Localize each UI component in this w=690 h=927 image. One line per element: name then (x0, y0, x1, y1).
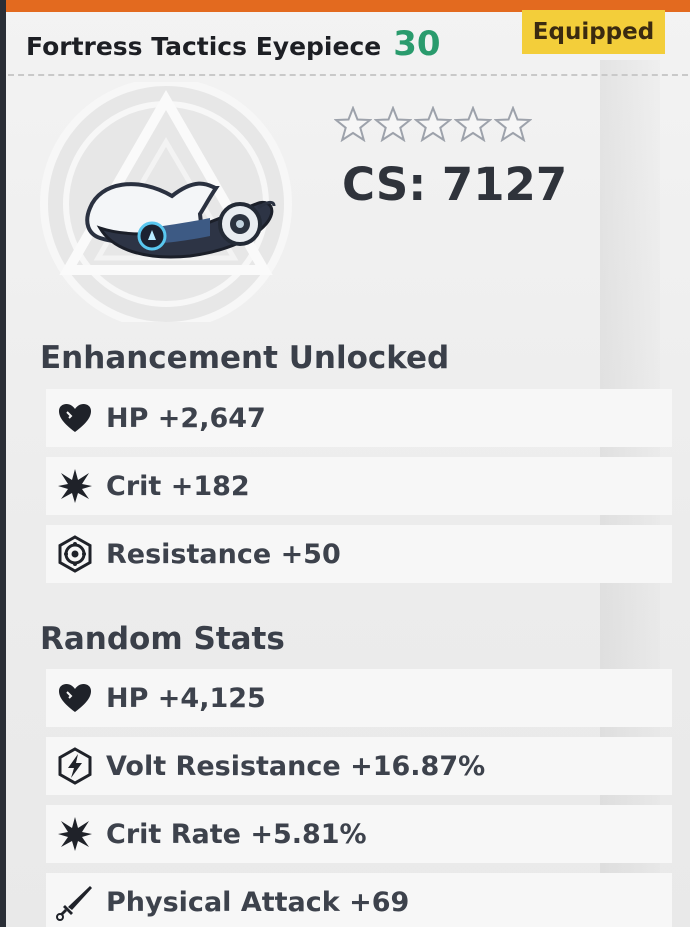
stat-text: Crit Rate +5.81% (106, 818, 367, 850)
volt-icon (54, 745, 96, 787)
section-title-enhancement: Enhancement Unlocked (40, 340, 450, 376)
section-title-random-stats: Random Stats (40, 621, 285, 657)
eyepiece-visor-icon (40, 82, 292, 322)
stat-text: Physical Attack +69 (106, 886, 410, 918)
star-rating (334, 106, 532, 142)
star-icon (494, 106, 532, 142)
stat-text: HP +2,647 (106, 402, 266, 434)
item-detail-panel: Fortress Tactics Eyepiece 30 Equipped CS… (6, 0, 690, 927)
item-name: Fortress Tactics Eyepiece (26, 32, 382, 61)
item-level: 30 (393, 24, 441, 64)
stat-row: Physical Attack +69 (46, 873, 672, 927)
item-title-row: Fortress Tactics Eyepiece 30 (26, 24, 441, 64)
star-icon (414, 106, 452, 142)
stat-text: Crit +182 (106, 470, 250, 502)
star-icon (454, 106, 492, 142)
burst-icon (54, 465, 96, 507)
stat-row: Crit Rate +5.81% (46, 805, 672, 863)
stat-row: Crit +182 (46, 457, 672, 515)
star-icon (374, 106, 412, 142)
burst-icon (54, 813, 96, 855)
star-icon (334, 106, 372, 142)
resistance-icon (54, 533, 96, 575)
stat-row: HP +2,647 (46, 389, 672, 447)
combat-score: CS: 7127 (342, 158, 568, 211)
heart-icon (54, 397, 96, 439)
stat-row: HP +4,125 (46, 669, 672, 727)
stat-text: Volt Resistance +16.87% (106, 750, 486, 782)
stat-text: HP +4,125 (106, 682, 266, 714)
stat-row: Resistance +50 (46, 525, 672, 583)
stat-text: Resistance +50 (106, 538, 341, 570)
sword-icon (54, 881, 96, 923)
stat-row: Volt Resistance +16.87% (46, 737, 672, 795)
title-divider (8, 74, 688, 76)
equipped-badge: Equipped (522, 10, 665, 54)
heart-icon (54, 677, 96, 719)
